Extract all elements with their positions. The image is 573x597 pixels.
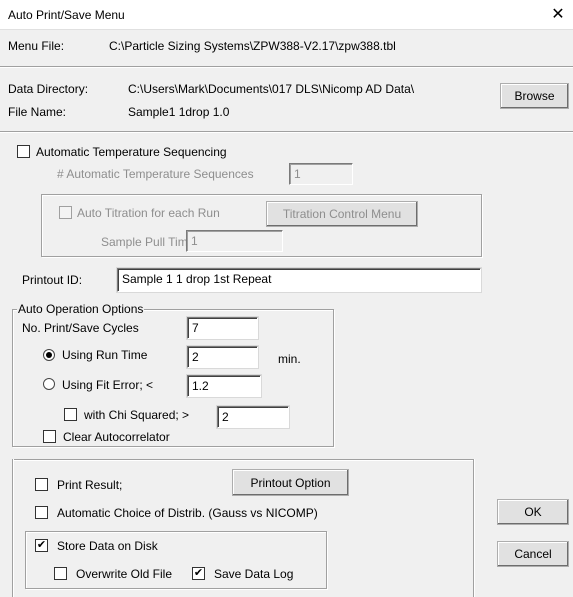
- run-time-field[interactable]: 2: [187, 346, 258, 368]
- titration-control-menu-button[interactable]: Titration Control Menu: [266, 201, 418, 227]
- clear-autocorrelator-label: Clear Autocorrelator: [63, 430, 170, 444]
- divider: [12, 459, 474, 461]
- divider: [473, 459, 475, 597]
- file-name-value: Sample1 1drop 1.0: [128, 105, 230, 119]
- using-fit-error-radio[interactable]: [43, 378, 55, 390]
- data-directory-path: C:\Users\Mark\Documents\017 DLS\Nicomp A…: [128, 82, 415, 96]
- radio-selected-dot: [46, 352, 52, 358]
- temperature-sequencing-checkbox[interactable]: [17, 145, 30, 158]
- browse-button[interactable]: Browse: [500, 83, 569, 109]
- menu-file-label: Menu File:: [8, 39, 65, 53]
- printout-id-label: Printout ID:: [22, 273, 83, 287]
- temperature-sequences-field[interactable]: 1: [289, 163, 353, 185]
- chi-squared-field[interactable]: 2: [217, 406, 289, 428]
- print-result-checkbox[interactable]: [35, 478, 48, 491]
- temperature-sequencing-label: Automatic Temperature Sequencing: [36, 145, 227, 159]
- using-run-time-radio[interactable]: [43, 349, 55, 361]
- store-data-checkbox[interactable]: ✔: [35, 539, 48, 552]
- overwrite-old-file-label: Overwrite Old File: [76, 567, 173, 581]
- menu-file-path: C:\Particle Sizing Systems\ZPW388-V2.17\…: [109, 39, 396, 53]
- clear-autocorrelator-checkbox[interactable]: [43, 430, 56, 443]
- auto-choice-distribution-label: Automatic Choice of Distrib. (Gauss vs N…: [57, 506, 318, 520]
- printout-option-button[interactable]: Printout Option: [232, 469, 349, 496]
- auto-choice-distribution-checkbox[interactable]: [35, 506, 48, 519]
- using-fit-error-label: Using Fit Error; <: [62, 378, 154, 392]
- sample-pull-time-field[interactable]: 1: [186, 230, 283, 252]
- chi-squared-label: with Chi Squared; >: [84, 408, 190, 422]
- fit-error-field[interactable]: 1.2: [187, 375, 261, 397]
- print-save-cycles-label: No. Print/Save Cycles: [22, 321, 139, 335]
- auto-titration-checkbox[interactable]: [59, 206, 72, 219]
- print-result-label: Print Result;: [57, 478, 123, 492]
- save-data-log-checkbox[interactable]: ✔: [192, 567, 205, 580]
- window-title: Auto Print/Save Menu: [8, 8, 125, 22]
- run-time-unit: min.: [278, 352, 301, 366]
- divider: [0, 66, 573, 68]
- data-directory-label: Data Directory:: [8, 82, 89, 96]
- auto-operation-legend: Auto Operation Options: [17, 302, 145, 316]
- file-name-label: File Name:: [8, 105, 67, 119]
- chi-squared-checkbox[interactable]: [64, 408, 77, 421]
- overwrite-old-file-checkbox[interactable]: [54, 567, 67, 580]
- divider: [12, 459, 14, 597]
- store-data-label: Store Data on Disk: [57, 539, 158, 553]
- save-data-log-label: Save Data Log: [214, 567, 294, 581]
- using-run-time-label: Using Run Time: [62, 348, 148, 362]
- cancel-button[interactable]: Cancel: [497, 541, 569, 567]
- sample-pull-time-label: Sample Pull Time: [101, 235, 195, 249]
- print-save-cycles-field[interactable]: 7: [187, 317, 258, 339]
- printout-id-field[interactable]: Sample 1 1 drop 1st Repeat: [117, 268, 481, 292]
- temperature-sequences-label: # Automatic Temperature Sequences: [57, 167, 254, 181]
- ok-button[interactable]: OK: [497, 499, 569, 525]
- auto-titration-label: Auto Titration for each Run: [77, 206, 220, 220]
- divider: [0, 131, 573, 133]
- close-icon[interactable]: ✕: [547, 4, 569, 26]
